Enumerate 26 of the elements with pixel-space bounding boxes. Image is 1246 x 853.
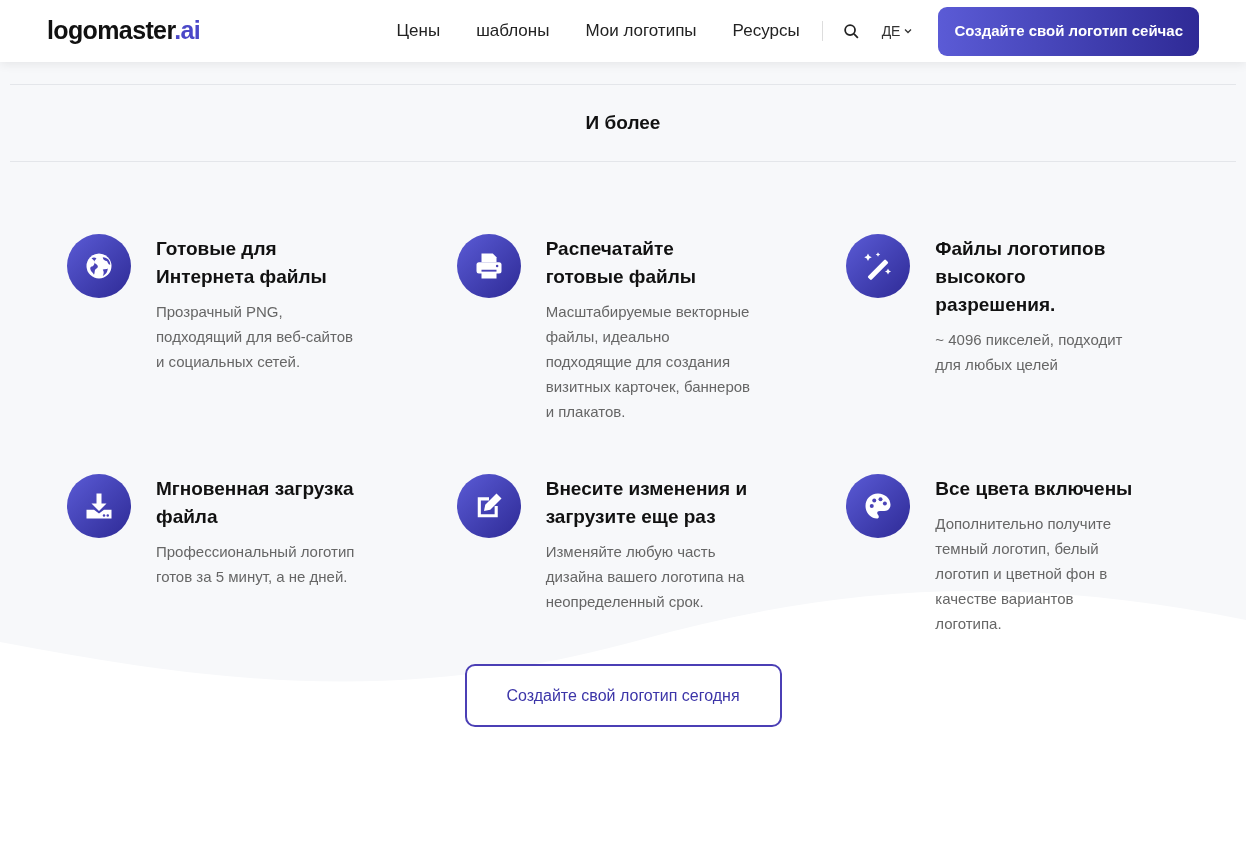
section-title: И более bbox=[585, 110, 661, 135]
feature-title: Файлы логотипов высокого разрешения. bbox=[935, 237, 1107, 317]
feature-description: Изменяйте любую часть дизайна вашего логотипа на неопределенный срок. bbox=[545, 542, 746, 612]
feature-title: Распечатайте готовые файлы bbox=[545, 237, 698, 289]
nav-link[interactable]: Мои логотипы bbox=[585, 18, 697, 44]
feature-title: Все цвета включены bbox=[935, 477, 1134, 501]
feature-description: ~ 4096 пикселей, подходит для любых целей bbox=[935, 330, 1124, 375]
download-icon bbox=[84, 491, 114, 521]
nav-link[interactable]: шаблоны bbox=[476, 18, 550, 44]
language-dropdown[interactable]: ДЕ bbox=[881, 20, 913, 42]
nav-link[interactable]: Цены bbox=[396, 18, 441, 44]
logo[interactable]: logomaster.ai bbox=[47, 12, 201, 50]
magic-wand-icon bbox=[863, 251, 894, 281]
chevron-down-icon bbox=[904, 28, 913, 34]
feature-title: Готовые для Интернета файлы bbox=[156, 237, 328, 289]
globe-icon bbox=[84, 251, 114, 281]
create-logo-button[interactable]: Создайте свой логотип сегодня bbox=[464, 664, 782, 727]
feature-title: Мгновенная загрузка файла bbox=[156, 477, 355, 529]
create-logo-button[interactable]: Создайте свой логотип сейчас bbox=[938, 6, 1199, 56]
feature-description: Масштабируемые векторные файлы, идеально подходящие для создания визитных карточек, баннеров и плакатов. bbox=[545, 302, 752, 422]
search-icon[interactable] bbox=[842, 22, 860, 40]
feature-description: Профессиональный логотип готов за 5 минут, а не дней. bbox=[156, 542, 356, 587]
feature-description: Дополнительно получите темный логотип, белый логотип и цветной фон в качестве вариантов логотипа. bbox=[935, 514, 1113, 634]
feature-description: Прозрачный PNG, подходящий для веб-сайтов и социальных сетей. bbox=[156, 302, 354, 372]
feature-title: Внесите изменения и загрузите еще раз bbox=[545, 477, 749, 529]
nav-link[interactable]: Ресурсы bbox=[732, 18, 800, 44]
